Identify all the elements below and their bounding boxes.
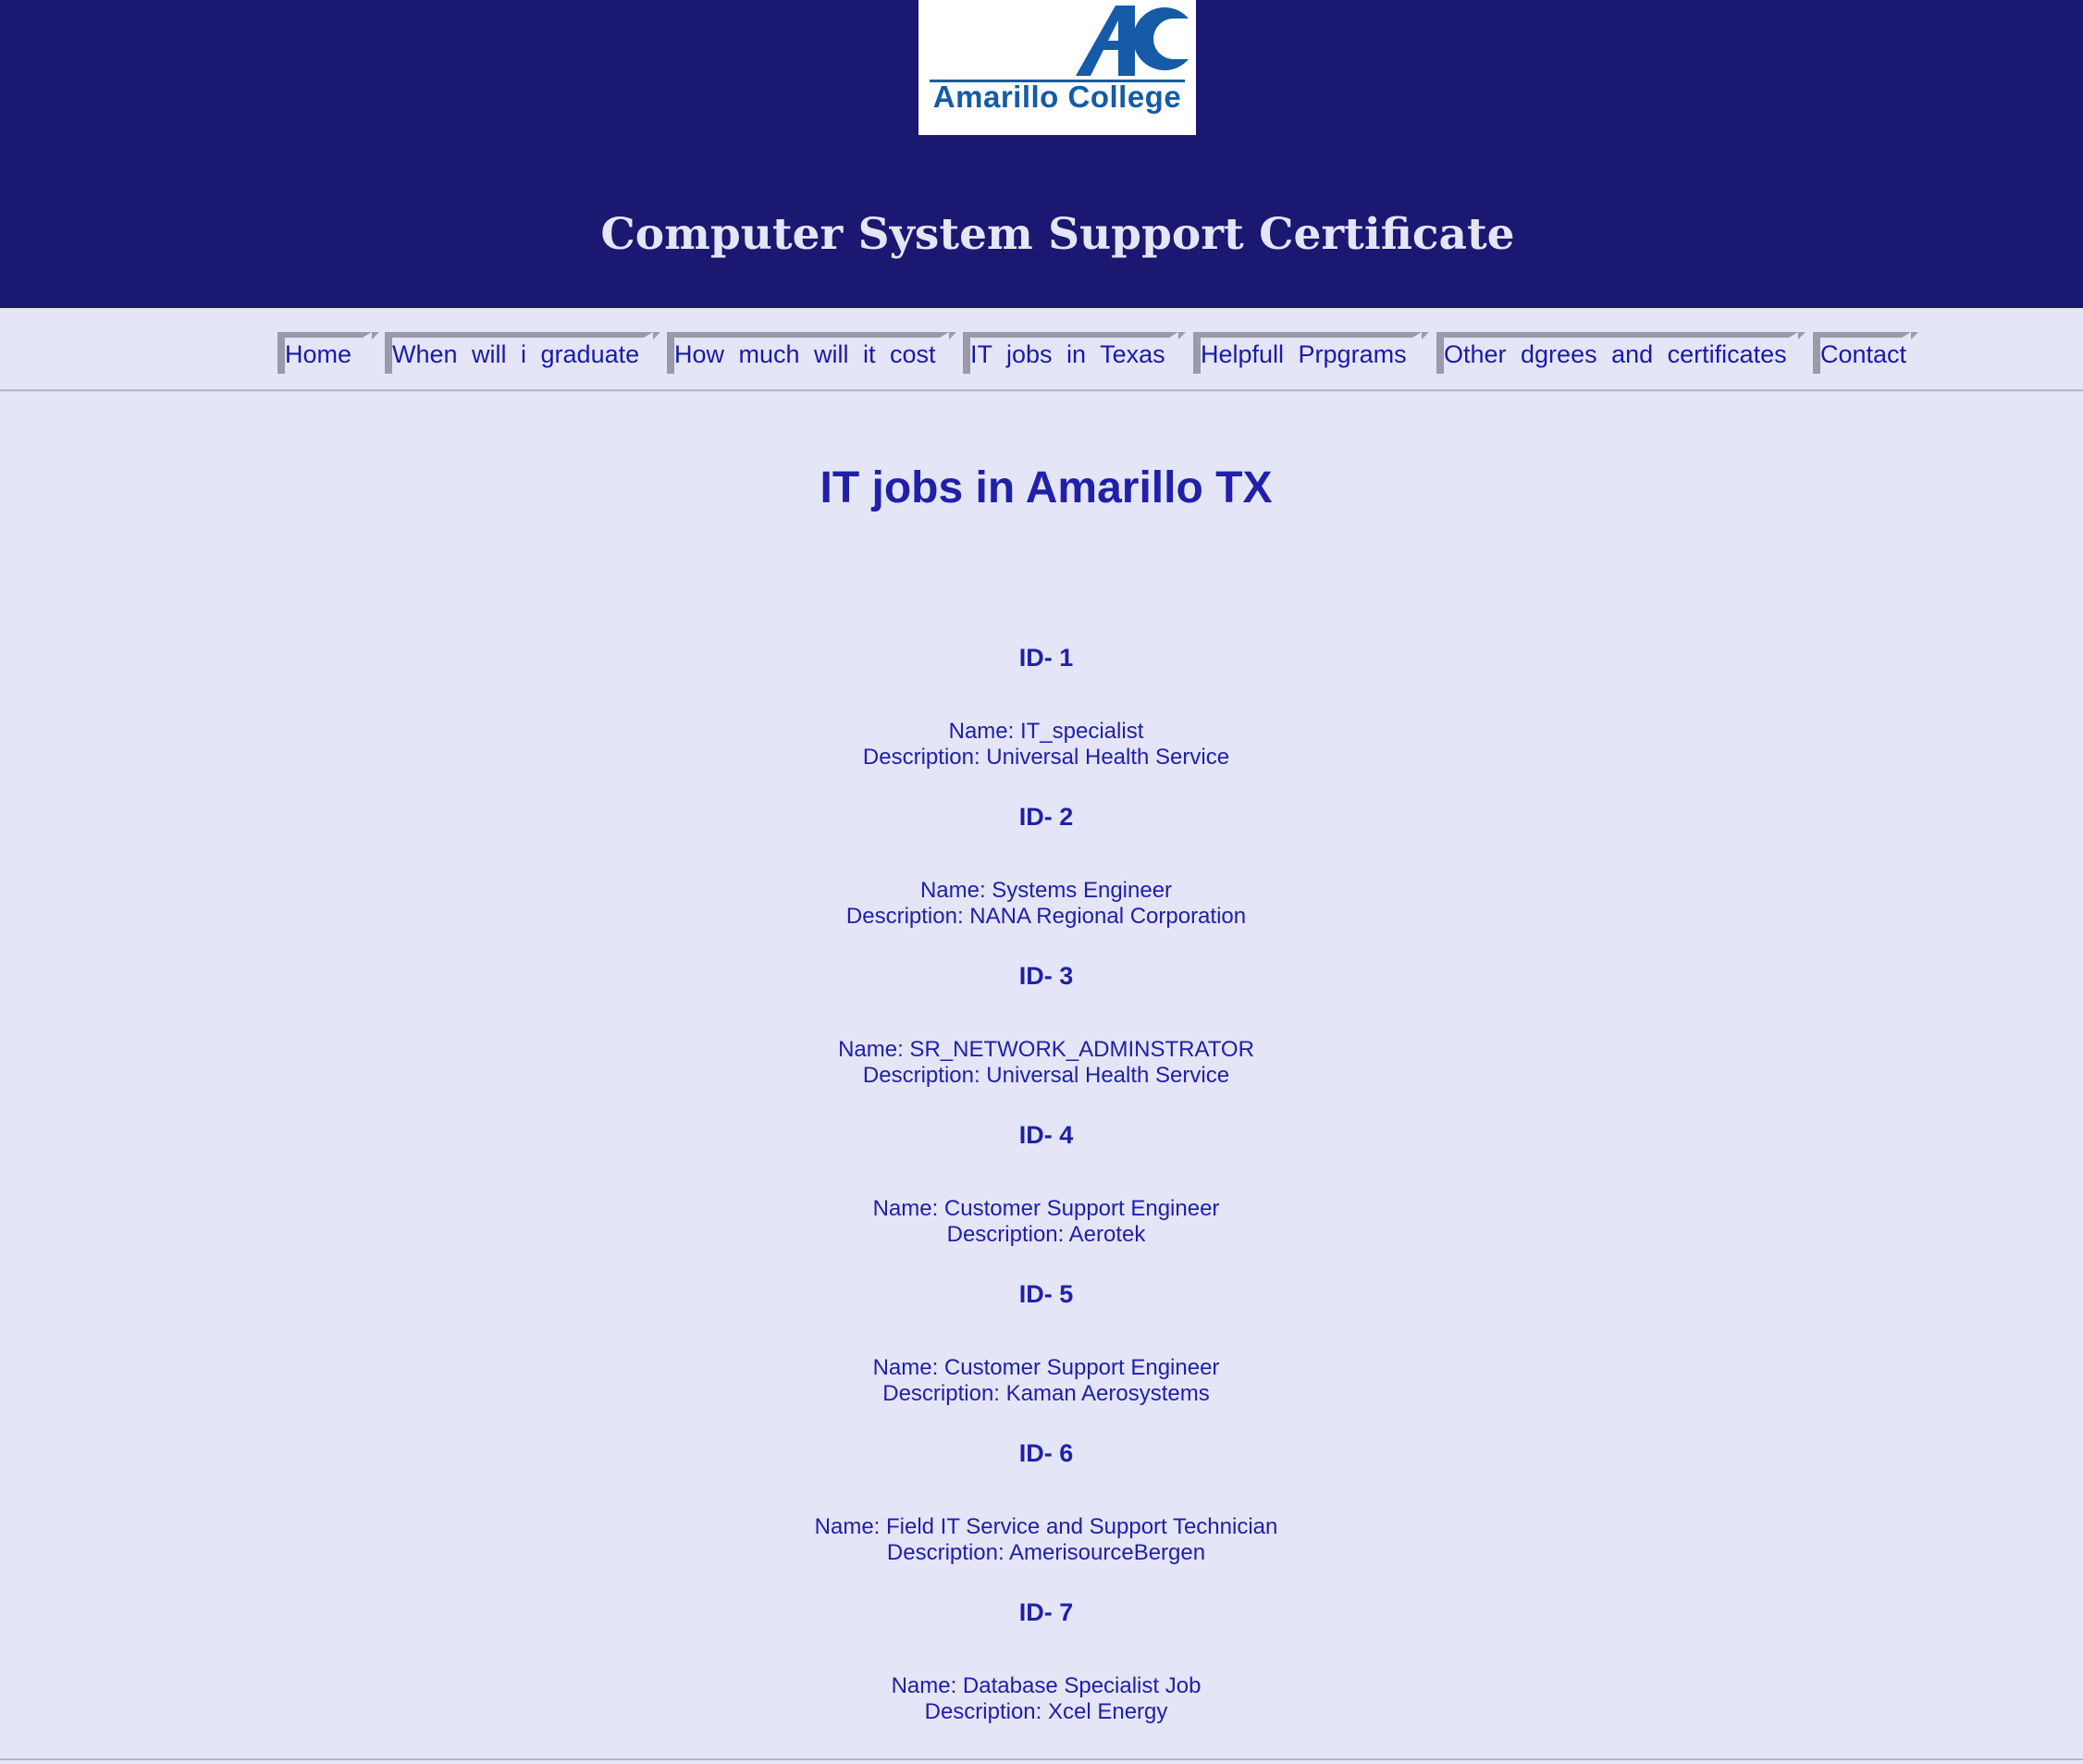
job-id: ID- 2 (1018, 803, 1074, 831)
job-description: Description: Universal Health Service (862, 1063, 1230, 1088)
job-name: Name: Systems Engineer (919, 878, 1173, 903)
logo-text: Amarillo College (932, 80, 1182, 114)
job-entry-7: ID- 7 Name: Database Specialist Job Desc… (0, 1594, 2083, 1725)
nav-it-jobs-in-texas[interactable]: IT jobs in Texas (963, 332, 1186, 374)
job-entry-3: ID- 3 Name: SR_NETWORK_ADMINSTRATOR Desc… (0, 957, 2083, 1089)
job-description: Description: AmerisourceBergen (886, 1540, 1206, 1565)
job-entry-4: ID- 4 Name: Customer Support Engineer De… (0, 1116, 2083, 1248)
job-name: Name: IT_specialist (948, 719, 1144, 744)
job-description: Description: Aerotek (946, 1222, 1146, 1247)
job-id: ID- 5 (1018, 1280, 1074, 1308)
job-name: Name: Customer Support Engineer (872, 1355, 1220, 1380)
job-name: Name: SR_NETWORK_ADMINSTRATOR (838, 1037, 1254, 1062)
job-name: Name: Field IT Service and Support Techn… (814, 1514, 1278, 1539)
nav-how-much-will-it-cost[interactable]: How much will it cost (667, 332, 956, 374)
site-header: Amarillo College Computer System Support… (0, 0, 2083, 308)
job-entry-6: ID- 6 Name: Field IT Service and Support… (0, 1435, 2083, 1566)
job-entry-1: ID- 1 Name: IT_specialist Description: U… (0, 639, 2083, 771)
job-name: Name: Database Specialist Job (891, 1673, 1202, 1698)
footer-divider (0, 1758, 2083, 1760)
job-id: ID- 4 (1018, 1121, 1074, 1149)
job-description: Description: Universal Health Service (862, 745, 1230, 770)
nav-helpfull-programs[interactable]: Helpfull Prpgrams (1193, 332, 1429, 374)
ac-logo-mark-icon (1076, 6, 1189, 76)
job-id: ID- 1 (1018, 644, 1074, 672)
job-id: ID- 7 (1018, 1598, 1074, 1626)
job-id: ID- 3 (1018, 962, 1074, 990)
job-id: ID- 6 (1018, 1439, 1074, 1467)
job-description: Description: NANA Regional Corporation (845, 904, 1247, 929)
job-description: Description: Kaman Aerosystems (882, 1381, 1210, 1406)
nav-contact[interactable]: Contact (1813, 332, 1918, 374)
site-title: Computer System Support Certificate (600, 209, 1515, 260)
page-heading: IT jobs in Amarillo TX (820, 463, 1273, 512)
nav-home[interactable]: Home (277, 332, 379, 374)
job-name: Name: Customer Support Engineer (872, 1196, 1220, 1221)
amarillo-college-logo[interactable]: Amarillo College (918, 0, 1196, 135)
nav-other-degrees-and-certificates[interactable]: Other dgrees and certificates (1436, 332, 1806, 374)
job-entry-2: ID- 2 Name: Systems Engineer Description… (0, 798, 2083, 930)
nav-when-will-i-graduate[interactable]: When will i graduate (385, 332, 660, 374)
job-entry-5: ID- 5 Name: Customer Support Engineer De… (0, 1276, 2083, 1407)
job-description: Description: Xcel Energy (924, 1699, 1168, 1724)
